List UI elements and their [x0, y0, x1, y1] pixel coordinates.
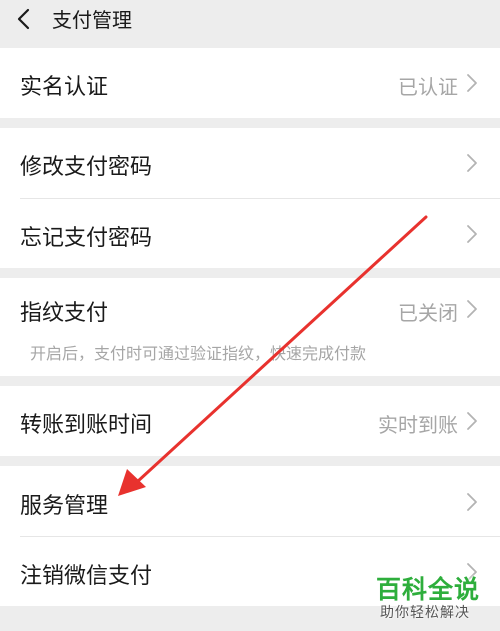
watermark-logo: 百科全说 助你轻松解决	[372, 570, 488, 626]
row-label: 修改支付密码	[20, 155, 153, 180]
chevron-right-icon	[467, 493, 477, 511]
group-transfer: 转账到账时间 实时到账	[0, 386, 500, 456]
row-label: 忘记支付密码	[20, 226, 153, 251]
row-value: 已关闭	[398, 301, 458, 325]
chevron-right-icon	[467, 412, 477, 430]
row-change-password[interactable]: 修改支付密码	[0, 128, 500, 198]
row-label: 服务管理	[20, 494, 109, 519]
chevron-right-icon	[467, 74, 477, 92]
row-label: 实名认证	[20, 75, 109, 100]
row-label: 转账到账时间	[20, 413, 153, 438]
row-transfer-time[interactable]: 转账到账时间 实时到账	[0, 386, 500, 456]
row-fingerprint[interactable]: 指纹支付 已关闭 开启后，支付时可通过验证指纹，快速完成付款	[0, 278, 500, 376]
group-password: 修改支付密码 忘记支付密码	[0, 128, 500, 268]
page-title: 支付管理	[52, 8, 132, 32]
chevron-right-icon	[467, 225, 477, 243]
watermark-main: 百科全说	[376, 575, 481, 604]
fingerprint-hint: 开启后，支付时可通过验证指纹，快速完成付款	[30, 344, 367, 363]
row-label: 指纹支付	[20, 301, 109, 326]
group-fingerprint: 指纹支付 已关闭 开启后，支付时可通过验证指纹，快速完成付款	[0, 278, 500, 376]
back-chevron-icon[interactable]	[14, 8, 34, 30]
row-forgot-password[interactable]: 忘记支付密码	[0, 199, 500, 268]
row-service-management[interactable]: 服务管理	[0, 466, 500, 536]
row-label: 注销微信支付	[20, 564, 153, 589]
row-real-name[interactable]: 实名认证 已认证	[0, 48, 500, 118]
row-value: 已认证	[398, 75, 458, 99]
chevron-right-icon	[467, 154, 477, 172]
nav-header: 支付管理	[0, 0, 500, 40]
chevron-right-icon	[467, 300, 477, 318]
group-identity: 实名认证 已认证	[0, 48, 500, 118]
row-value: 实时到账	[378, 413, 458, 437]
watermark-sub: 助你轻松解决	[380, 605, 470, 621]
